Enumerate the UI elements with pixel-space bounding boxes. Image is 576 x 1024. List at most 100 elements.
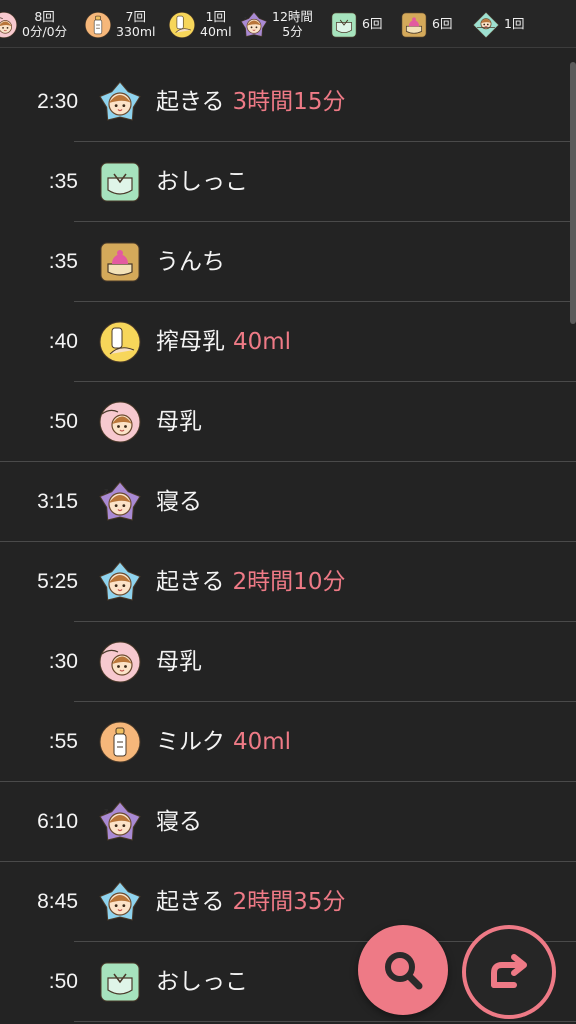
entry-detail: 2時間10分 bbox=[232, 569, 346, 595]
summary-count: 6回 bbox=[432, 16, 452, 31]
entry-type: おしっこ bbox=[156, 969, 248, 995]
pee-icon bbox=[330, 11, 357, 37]
entry-time: :50 bbox=[48, 410, 78, 433]
entry-type: 起きる bbox=[156, 89, 225, 115]
entry-label: おしっこ bbox=[156, 942, 248, 1022]
entry-label: 起きる 2時間35分 bbox=[156, 862, 345, 942]
summary-count: 6回 bbox=[362, 16, 382, 31]
wake-icon bbox=[98, 880, 142, 924]
entry-time: :40 bbox=[48, 330, 78, 353]
wake-icon bbox=[98, 560, 142, 604]
list-item[interactable]: 6:10 z 寝る bbox=[0, 782, 576, 862]
entry-label: 起きる 3時間15分 bbox=[156, 62, 345, 142]
summary-item: 8回 0分/0分 bbox=[0, 0, 67, 48]
search-icon bbox=[385, 952, 423, 990]
list-item[interactable]: :35 おしっこ bbox=[0, 142, 576, 222]
entry-time: :50 bbox=[48, 970, 78, 993]
divider bbox=[74, 1021, 576, 1022]
entry-label: おしっこ bbox=[156, 142, 248, 222]
list-item[interactable]: :35 うんち bbox=[0, 222, 576, 302]
summary-line: 330ml bbox=[116, 23, 156, 39]
summary-count: 12時間 5分 bbox=[272, 9, 313, 39]
pumped-milk-icon bbox=[168, 11, 196, 38]
summary-item: 6回 bbox=[400, 0, 452, 48]
poop-icon bbox=[98, 240, 142, 284]
entry-type: 母乳 bbox=[156, 649, 202, 675]
svg-text:z: z bbox=[104, 487, 108, 496]
summary-item: z 12時間 5分 bbox=[240, 0, 313, 48]
entry-type: 寝る bbox=[156, 809, 202, 835]
poop-icon bbox=[400, 11, 427, 37]
summary-count: 7回 330ml bbox=[116, 9, 156, 39]
summary-count: 1回 40ml bbox=[200, 9, 232, 39]
summary-line: 12時間 bbox=[272, 8, 313, 24]
pumped-milk-icon bbox=[98, 320, 142, 364]
summary-item: 7回 330ml bbox=[84, 0, 156, 48]
list-item[interactable]: :55 ミルク 40ml bbox=[0, 702, 576, 782]
entry-label: 搾母乳 40ml bbox=[156, 302, 291, 382]
summary-bar: 8回 0分/0分 7回 330ml 1回 40ml z 12時間 5分 6回 6回 1回 bbox=[0, 0, 576, 48]
list-item[interactable]: 3:15 z 寝る bbox=[0, 462, 576, 542]
record-list[interactable]: 2:30 起きる 3時間15分:35 おしっこ:35 うんち:40 搾母乳 40ml… bbox=[0, 62, 576, 1022]
summary-line: 0分/0分 bbox=[22, 23, 68, 39]
summary-line: 1回 bbox=[504, 16, 525, 31]
list-item[interactable]: :30 母乳 bbox=[0, 622, 576, 702]
list-item[interactable]: 5:25 起きる 2時間10分 bbox=[0, 542, 576, 622]
entry-type: おしっこ bbox=[156, 169, 248, 195]
entry-type: ミルク bbox=[156, 729, 225, 755]
entry-type: 母乳 bbox=[156, 409, 202, 435]
sleep-icon: z bbox=[240, 11, 268, 37]
summary-item: 1回 bbox=[472, 0, 524, 48]
share-button[interactable] bbox=[462, 925, 556, 1019]
entry-detail: 3時間15分 bbox=[232, 89, 346, 115]
entry-time: :55 bbox=[48, 730, 78, 753]
entry-time: 6:10 bbox=[37, 810, 78, 833]
entry-label: 寝る bbox=[156, 462, 202, 542]
entry-label: うんち bbox=[156, 222, 225, 302]
entry-type: 起きる bbox=[156, 569, 225, 595]
summary-line: 6回 bbox=[432, 16, 453, 31]
entry-label: 母乳 bbox=[156, 382, 202, 462]
entry-time: :35 bbox=[48, 170, 78, 193]
summary-line: 5分 bbox=[282, 23, 303, 39]
entry-type: 搾母乳 bbox=[156, 329, 225, 355]
entry-label: 寝る bbox=[156, 782, 202, 862]
bath-icon bbox=[472, 11, 500, 38]
svg-text:z: z bbox=[244, 15, 247, 21]
entry-detail: 40ml bbox=[233, 729, 292, 755]
summary-count: 8回 0分/0分 bbox=[22, 9, 67, 39]
entry-time: 3:15 bbox=[37, 490, 78, 513]
entry-label: 母乳 bbox=[156, 622, 202, 702]
summary-line: 7回 bbox=[125, 8, 146, 24]
entry-time: 5:25 bbox=[37, 570, 78, 593]
summary-count: 1回 bbox=[504, 16, 524, 31]
pee-icon bbox=[98, 960, 142, 1004]
scrollbar[interactable] bbox=[570, 62, 576, 324]
breastfeed-icon bbox=[98, 400, 142, 444]
list-item[interactable]: 2:30 起きる 3時間15分 bbox=[0, 62, 576, 142]
summary-item: 6回 bbox=[330, 0, 382, 48]
entry-time: :35 bbox=[48, 250, 78, 273]
summary-line: 6回 bbox=[362, 16, 383, 31]
list-item[interactable]: :40 搾母乳 40ml bbox=[0, 302, 576, 382]
summary-line: 40ml bbox=[200, 23, 232, 39]
sleep-icon: z bbox=[98, 800, 142, 844]
pee-icon bbox=[98, 160, 142, 204]
entry-label: 起きる 2時間10分 bbox=[156, 542, 345, 622]
share-arrow-icon bbox=[491, 954, 527, 988]
sleep-icon: z bbox=[98, 480, 142, 524]
entry-label: ミルク 40ml bbox=[156, 702, 291, 782]
entry-type: うんち bbox=[156, 249, 225, 275]
breastfeed-icon bbox=[0, 11, 18, 38]
entry-time: 8:45 bbox=[37, 890, 78, 913]
entry-type: 起きる bbox=[156, 889, 225, 915]
search-button[interactable] bbox=[358, 925, 448, 1015]
summary-item: 1回 40ml bbox=[168, 0, 232, 48]
entry-detail: 2時間35分 bbox=[232, 889, 346, 915]
summary-line: 1回 bbox=[205, 8, 226, 24]
summary-line: 8回 bbox=[34, 8, 55, 24]
milk-bottle-icon bbox=[98, 720, 142, 764]
svg-text:z: z bbox=[104, 807, 108, 816]
list-item[interactable]: :50 母乳 bbox=[0, 382, 576, 462]
entry-time: 2:30 bbox=[37, 90, 78, 113]
